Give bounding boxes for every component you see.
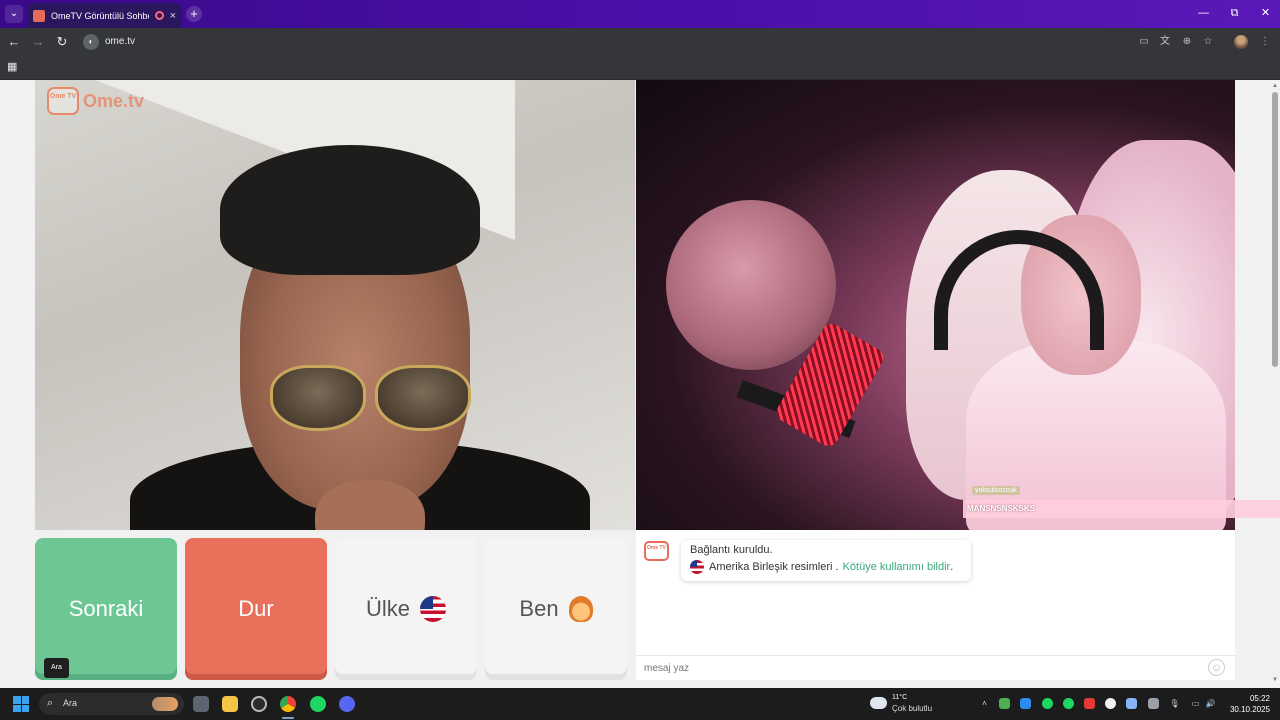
video-person-hair — [220, 145, 480, 275]
us-flag-icon — [690, 560, 704, 574]
me-label: Ben — [519, 596, 559, 621]
sunglasses-shape — [270, 365, 475, 435]
overlay-message: MANSNSNSKSKS — [963, 500, 1280, 518]
cast-icon[interactable]: ▭ — [1137, 35, 1151, 49]
country-label: Ülke — [365, 596, 410, 621]
reload-icon[interactable]: ↻ — [54, 34, 70, 50]
mic-tray-icon[interactable] — [1084, 698, 1095, 709]
chat-input-bar: ☺ — [636, 655, 1235, 680]
discord-icon[interactable] — [339, 696, 355, 712]
forward-icon[interactable]: → — [30, 34, 46, 50]
search-highlight-icon — [152, 697, 178, 711]
report-abuse-link[interactable]: Kötüye kullanımı bildir — [843, 561, 951, 573]
windows-taskbar: ⌕ Ara 11°C Çok bulutlu ˄ 🎙 ▭ 🔊 05:22 30.… — [0, 688, 1280, 720]
network-icon[interactable]: ▭ — [1190, 698, 1201, 709]
steam-tray-icon[interactable] — [1126, 698, 1137, 709]
browser-toolbar: ← → ↻ ◐ ome.tv ▭ 文 ⊕ ☆ ⋮ — [0, 28, 1280, 56]
chrome-active-indicator — [282, 717, 294, 719]
us-flag-icon — [420, 596, 446, 622]
address-bar[interactable]: ◐ ome.tv — [80, 31, 1130, 53]
ometv-logo[interactable]: Ome TV Ome.tv — [47, 87, 144, 115]
ometv-logo-icon: Ome TV — [47, 87, 79, 115]
woman-emoji-icon — [568, 596, 593, 622]
github-desktop-icon[interactable] — [251, 696, 267, 712]
search-icon: ⌕ — [47, 697, 54, 709]
emoji-smile-icon[interactable]: ☺ — [1208, 659, 1225, 676]
file-explorer-icon[interactable] — [222, 696, 238, 712]
connection-status: Bağlantı kuruldu. — [690, 544, 773, 556]
new-tab-button[interactable]: + — [186, 6, 202, 22]
chat-ometv-logo-icon: Ome TV — [644, 541, 669, 561]
country-info-line: Amerika Birleşik resimleri . Kötüye kull… — [690, 560, 962, 574]
profile-avatar[interactable] — [1234, 35, 1248, 49]
stop-button[interactable]: Dur — [185, 538, 327, 680]
page-scrollbar[interactable]: ▲ ▼ — [1270, 80, 1280, 688]
task-view-icon[interactable] — [193, 696, 209, 712]
weather-temp: 11°C — [892, 694, 908, 701]
translate-icon[interactable]: 文 — [1158, 35, 1172, 49]
clock-date: 30.10.2025 — [1229, 705, 1270, 714]
browser-titlebar: ⌄ OmeTV Görüntülü Sohbet - × + — ⧉ ✕ — [0, 0, 1280, 28]
ometv-logo-text: Ome.tv — [83, 90, 145, 111]
clock-time: 05:22 — [1249, 694, 1270, 703]
site-info-icon[interactable]: ◐ — [83, 34, 99, 50]
url-text: ome.tv — [105, 36, 136, 47]
back-icon[interactable]: ← — [6, 34, 22, 50]
obs-tray-icon[interactable] — [1105, 698, 1116, 709]
scroll-down-icon[interactable]: ▼ — [1271, 676, 1279, 684]
search-tooltip: Ara — [44, 658, 69, 678]
taskbar-search[interactable]: ⌕ Ara — [39, 693, 184, 715]
report-suffix: . — [950, 561, 954, 573]
browser-tab-ometv[interactable]: OmeTV Görüntülü Sohbet - × — [27, 3, 182, 28]
next-label: Sonraki — [68, 596, 144, 621]
scroll-thumb[interactable] — [1272, 92, 1278, 367]
tab-title: OmeTV Görüntülü Sohbet - — [51, 10, 149, 21]
spotify-tray-icon[interactable] — [1042, 698, 1053, 709]
bookmark-star-icon[interactable]: ☆ — [1201, 35, 1215, 49]
tab-close-button[interactable]: × — [170, 10, 176, 22]
ometv-favicon-icon — [33, 9, 45, 22]
remote-video — [636, 80, 1235, 530]
tray-overflow-chevron-icon[interactable]: ˄ — [979, 698, 990, 709]
teddy-bear-shape — [666, 200, 836, 370]
zoom-icon[interactable]: ⊕ — [1180, 35, 1194, 49]
close-window-button[interactable]: ✕ — [1250, 0, 1280, 28]
cloud-icon — [870, 697, 887, 709]
chrome-icon[interactable] — [280, 696, 296, 712]
spotify-icon[interactable] — [310, 696, 326, 712]
cloud-tray-icon[interactable] — [1148, 698, 1159, 709]
tab-search-chevron-icon[interactable]: ⌄ — [5, 5, 23, 23]
scroll-up-icon[interactable]: ▲ — [1271, 82, 1279, 90]
minimize-button[interactable]: — — [1188, 0, 1219, 28]
spotify-tray-icon-2[interactable] — [1063, 698, 1074, 709]
country-info-text: Amerika Birleşik resimleri . — [709, 561, 839, 573]
taskbar-search-text: Ara — [63, 698, 78, 708]
apps-grid-icon[interactable]: ▦ — [7, 61, 19, 73]
weather-desc: Çok bulutlu — [892, 704, 933, 713]
windows-start-icon[interactable] — [13, 696, 29, 712]
nvidia-tray-icon[interactable] — [999, 698, 1010, 709]
gender-button[interactable]: Ben — [485, 538, 627, 680]
local-video — [35, 80, 635, 530]
app-tray-icon[interactable] — [1020, 698, 1031, 709]
taskbar-clock[interactable]: 05:22 30.10.2025 — [1222, 693, 1270, 715]
menu-kebab-icon[interactable]: ⋮ — [1258, 35, 1272, 49]
volume-icon[interactable]: 🔊 — [1205, 698, 1216, 709]
message-input[interactable] — [644, 660, 1184, 677]
weather-widget[interactable]: 11°C Çok bulutlu — [870, 694, 940, 716]
country-button[interactable]: Ülke — [335, 538, 477, 680]
recording-indicator-icon — [154, 11, 164, 20]
restore-button[interactable]: ⧉ — [1219, 0, 1250, 28]
overlay-username: yoksulsozcuk — [972, 486, 1020, 495]
stop-label: Dur — [238, 596, 274, 621]
system-message-bubble: Bağlantı kuruldu. Amerika Birleşik resim… — [681, 540, 971, 581]
microphone-tray-icon[interactable]: 🎙 — [1169, 698, 1180, 709]
bookmarks-bar: ▦ — [0, 56, 1280, 80]
